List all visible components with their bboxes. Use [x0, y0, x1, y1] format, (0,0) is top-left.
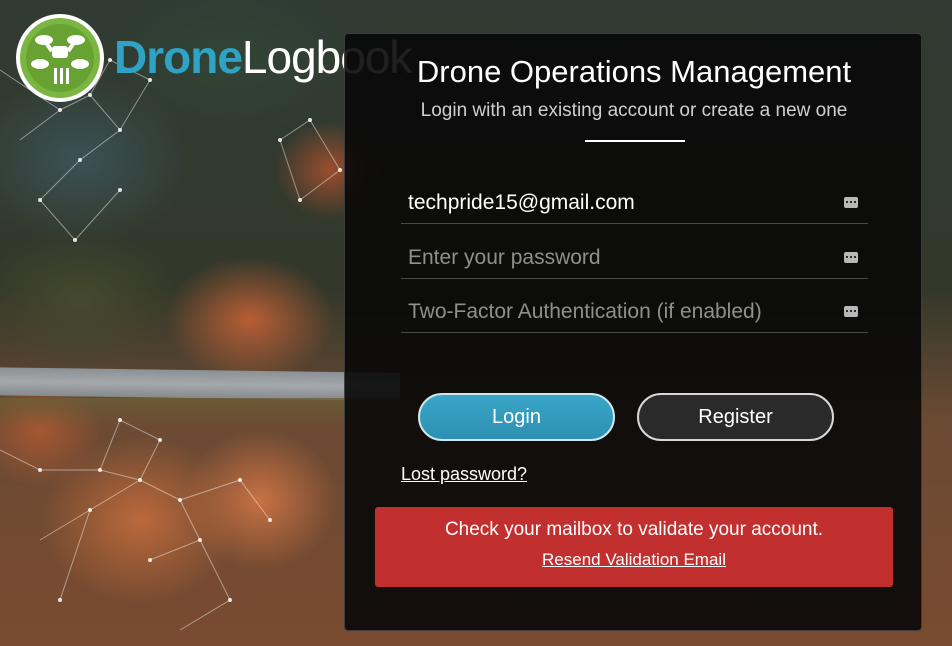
- resend-validation-link[interactable]: Resend Validation Email: [542, 550, 726, 569]
- brand-name-drone: Drone: [114, 31, 243, 83]
- register-button[interactable]: Register: [637, 393, 834, 441]
- password-field-row: [401, 239, 868, 279]
- keyboard-icon[interactable]: [844, 306, 858, 317]
- alert-link-row: Resend Validation Email: [375, 550, 893, 570]
- keyboard-icon[interactable]: [844, 252, 858, 263]
- login-panel: Drone Operations Management Login with a…: [344, 33, 922, 631]
- brand-logo[interactable]: DroneLogbook: [14, 12, 412, 104]
- drone-logo-icon: [16, 14, 104, 102]
- validation-alert: Check your mailbox to validate your acco…: [375, 507, 893, 587]
- page-subtitle: Login with an existing account or create…: [420, 100, 848, 121]
- email-field[interactable]: [408, 184, 828, 222]
- title-divider: [585, 140, 685, 142]
- login-button[interactable]: Login: [418, 393, 615, 441]
- password-field[interactable]: [408, 239, 828, 277]
- alert-message: Check your mailbox to validate your acco…: [444, 519, 824, 540]
- lost-password-link[interactable]: Lost password?: [401, 464, 527, 485]
- twofa-field-row: [401, 293, 868, 333]
- page-title: Drone Operations Management: [416, 54, 852, 89]
- login-page: DroneLogbook Drone Operations Management…: [0, 0, 952, 646]
- keyboard-icon[interactable]: [844, 197, 858, 208]
- email-field-row: [401, 184, 868, 224]
- two-factor-field[interactable]: [408, 293, 828, 331]
